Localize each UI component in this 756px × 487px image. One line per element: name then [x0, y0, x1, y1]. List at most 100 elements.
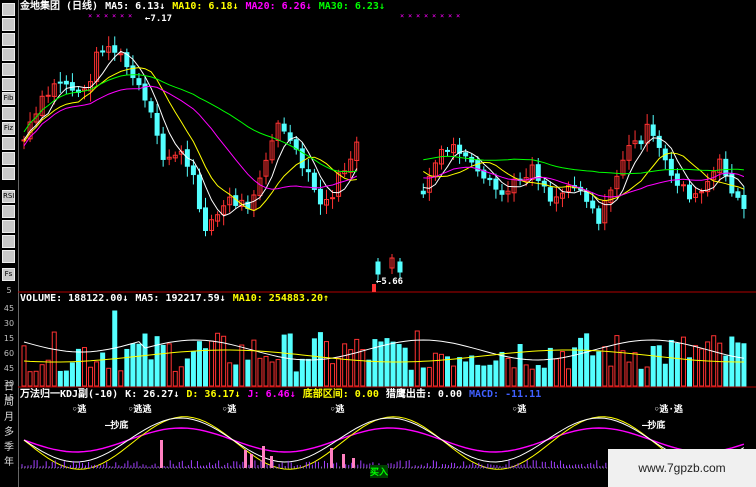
volume-bar — [21, 345, 27, 387]
escape-signal: ◦逃 — [72, 405, 87, 415]
escape-text: 逃 — [142, 405, 152, 415]
candle-body — [45, 94, 51, 97]
volume-bar — [408, 369, 414, 387]
volume-bar — [82, 347, 87, 387]
top-marker: × — [96, 12, 100, 20]
candle-body — [330, 197, 336, 200]
candle-body — [590, 200, 596, 209]
candle-body — [463, 152, 469, 157]
volume-bar — [608, 365, 614, 387]
chart-surface[interactable]: × × × × × × × × × × × × × × — [0, 0, 756, 487]
top-marker: × — [432, 12, 436, 20]
candle-body — [136, 78, 142, 86]
volume-bar — [420, 367, 426, 387]
volume-bar — [360, 349, 366, 387]
volume-bar — [75, 348, 81, 387]
volume-bar — [299, 358, 305, 387]
buy-bottom-signal: —抄底 — [105, 421, 129, 431]
volume-bar — [57, 370, 63, 387]
volume-bar — [451, 365, 457, 387]
volume-bar — [305, 358, 311, 387]
volume-bar — [511, 367, 517, 387]
volume-readout: VOLUME: 188122.00↓ — [20, 293, 129, 304]
candle-body — [130, 65, 136, 79]
volume-bar — [269, 361, 275, 387]
candle-body — [638, 140, 644, 145]
signal-bar — [330, 448, 333, 468]
signal-bar — [262, 446, 265, 468]
volume-bar — [148, 359, 154, 387]
volume-bar — [529, 368, 535, 387]
volume-bar — [390, 341, 396, 387]
candle-body — [118, 53, 124, 56]
top-marker: × — [88, 12, 92, 20]
ma10-readout: MA10: 6.18↓ — [172, 1, 239, 12]
volume-bar — [547, 347, 553, 387]
escape-signal: ◦逃逃 — [128, 405, 152, 415]
top-marker: × — [424, 12, 428, 20]
volume-axis-label: 45 — [3, 304, 15, 313]
volume-bar — [88, 366, 94, 387]
escape-text: 逃 — [673, 405, 683, 415]
candle-body — [160, 133, 166, 160]
volume-bar — [178, 366, 184, 387]
candle-body — [57, 81, 63, 84]
candle-body — [63, 80, 69, 85]
low-price-label: ←5.66 — [376, 277, 404, 287]
top-marker: × — [120, 12, 124, 20]
volume-bar — [33, 370, 39, 387]
volume-bar — [735, 342, 741, 387]
volume-bar — [190, 351, 196, 387]
volume-bar — [644, 366, 650, 387]
candle-body — [203, 207, 208, 231]
volume-bar — [275, 359, 281, 387]
volume-bar — [63, 370, 69, 387]
volume-bar — [287, 333, 293, 387]
volume-axis-label: 5 — [6, 286, 12, 295]
volume-bar — [281, 334, 287, 387]
volume-bar — [336, 357, 342, 387]
escape-signal: ◦逃 — [512, 405, 527, 415]
stock-chart-window: Fib Fiz RSI Fs 日周月多季年 × × × × × × × × × × × × × × 金地集团 (日… — [0, 0, 756, 487]
volume-bar — [396, 344, 402, 387]
volume-bar — [378, 341, 384, 387]
j-readout: J: 6.46↓ — [247, 389, 296, 400]
volume-bar — [723, 355, 729, 387]
candle-body — [375, 261, 381, 275]
volume-bar — [293, 371, 299, 387]
volume-bar — [233, 364, 239, 387]
candle-body — [148, 101, 154, 113]
volume-bar — [172, 370, 178, 387]
volume-bar — [414, 330, 420, 387]
top-marker: × — [456, 12, 460, 20]
volume-bar — [311, 338, 317, 387]
buy-bottom-text: 抄底 — [110, 421, 129, 431]
candle-body — [493, 178, 499, 190]
escape-text: 逃 — [77, 405, 87, 415]
volume-bar — [566, 368, 571, 387]
signal-bar — [342, 454, 345, 468]
buy-bottom-text: 抄底 — [647, 421, 666, 431]
volume-bar — [196, 341, 202, 387]
ma20-readout: MA20: 6.26↓ — [245, 1, 312, 12]
top-marker: × — [448, 12, 452, 20]
volume-bar — [106, 367, 112, 387]
candle-body — [487, 177, 493, 181]
volume-axis-label: 15 — [3, 393, 15, 402]
top-marker: × — [408, 12, 412, 20]
volume-bar — [687, 357, 692, 387]
signal-bar — [160, 440, 163, 468]
volume-bar — [184, 358, 190, 387]
volume-bar — [638, 368, 644, 387]
signal-bar — [244, 450, 247, 468]
volume-bar — [559, 351, 565, 387]
indicator-name: 万法归一KDJ副(-10) — [20, 389, 119, 400]
volume-bar — [572, 347, 578, 387]
volume-axis-label: 45 — [3, 364, 15, 373]
volume-header: VOLUME: 188122.00↓ MA5: 192217.59↓ MA10: 2… — [20, 293, 336, 305]
volume-bar — [136, 343, 142, 387]
volume-bar — [517, 344, 523, 387]
volume-bar — [366, 359, 372, 387]
volume-bar — [475, 364, 481, 387]
volume-bar — [160, 344, 166, 387]
